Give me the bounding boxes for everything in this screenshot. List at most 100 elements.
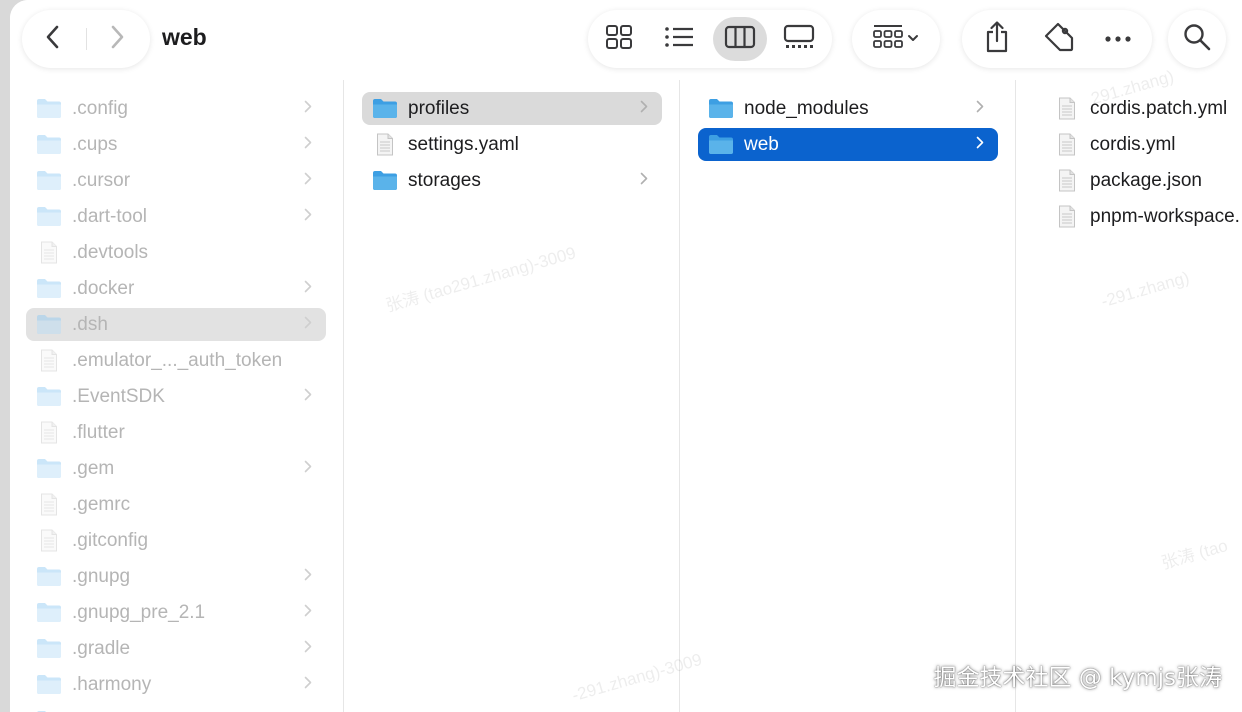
item-name: web [744, 133, 779, 155]
forward-button[interactable] [88, 10, 146, 68]
gallery-icon [783, 24, 815, 55]
folder-row[interactable]: node_modules [698, 92, 998, 125]
column-view-button[interactable] [713, 17, 767, 61]
back-button[interactable] [24, 10, 82, 68]
file-row[interactable]: pnpm-workspace. [1044, 200, 1242, 233]
folder-row[interactable]: .docker [26, 272, 326, 305]
item-name: .gitconfig [72, 529, 149, 551]
file-icon [36, 241, 62, 264]
item-name: .config [72, 97, 128, 119]
file-row[interactable]: cordis.patch.yml [1044, 92, 1242, 125]
item-name: .gemrc [72, 493, 131, 515]
more-button[interactable] [1093, 17, 1143, 61]
file-icon [1054, 169, 1080, 192]
file-row[interactable]: .emulator_..._auth_token [26, 344, 326, 377]
folder-icon [36, 98, 62, 120]
tag-button[interactable] [1034, 17, 1084, 61]
item-name: .cursor [72, 169, 131, 191]
chevron-left-icon [45, 24, 61, 55]
gallery-view-button[interactable] [772, 17, 826, 61]
item-name: package.json [1090, 169, 1202, 191]
group-by-button[interactable] [852, 10, 940, 68]
tag-icon [1044, 22, 1074, 57]
group-by-icon [873, 24, 903, 55]
file-row[interactable]: .flutter [26, 416, 326, 449]
folder-row[interactable]: profiles [362, 92, 662, 125]
folder-row[interactable]: .homebrew [26, 704, 326, 712]
folder-icon [36, 458, 62, 480]
item-name: .cups [72, 133, 118, 155]
chevron-right-icon [109, 24, 125, 55]
folder-icon [36, 602, 62, 624]
chevron-right-icon [298, 316, 318, 333]
search-icon [1183, 23, 1211, 56]
column-dsh[interactable]: profiles settings.yaml storages [344, 80, 680, 712]
folder-icon [372, 170, 398, 192]
list-icon [664, 25, 694, 54]
file-row[interactable]: settings.yaml [362, 128, 662, 161]
folder-icon [372, 98, 398, 120]
share-icon [984, 20, 1010, 58]
chevron-down-icon [907, 30, 919, 48]
item-name: .EventSDK [72, 385, 165, 407]
chevron-right-icon [298, 676, 318, 693]
folder-row[interactable]: .gnupg [26, 560, 326, 593]
folder-icon [36, 314, 62, 336]
chevron-right-icon [634, 172, 654, 189]
icon-view-button[interactable] [592, 17, 646, 61]
item-name: .emulator_..._auth_token [72, 349, 283, 371]
file-icon [36, 421, 62, 444]
column-home[interactable]: .config .cups .cursor .dart-tool .devtoo… [10, 80, 344, 712]
item-name: settings.yaml [408, 133, 519, 155]
item-name: .dart-tool [72, 205, 147, 227]
folder-row[interactable]: storages [362, 164, 662, 197]
chevron-right-icon [634, 100, 654, 117]
folder-row[interactable]: .cups [26, 128, 326, 161]
share-button[interactable] [972, 17, 1022, 61]
chevron-right-icon [298, 568, 318, 585]
folder-icon [708, 98, 734, 120]
folder-icon [36, 134, 62, 156]
file-icon [36, 349, 62, 372]
folder-icon [36, 566, 62, 588]
file-icon [1054, 133, 1080, 156]
file-row[interactable]: cordis.yml [1044, 128, 1242, 161]
folder-icon [708, 134, 734, 156]
file-icon [36, 493, 62, 516]
folder-icon [36, 278, 62, 300]
file-icon [36, 529, 62, 552]
file-row[interactable]: .gemrc [26, 488, 326, 521]
list-view-button[interactable] [652, 17, 706, 61]
column-web[interactable]: cordis.patch.yml cordis.yml package.json… [1016, 80, 1242, 712]
folder-row[interactable]: .config [26, 92, 326, 125]
chevron-right-icon [298, 604, 318, 621]
folder-icon [36, 386, 62, 408]
item-name: profiles [408, 97, 470, 119]
column-profiles[interactable]: node_modules web [680, 80, 1016, 712]
item-name: pnpm-workspace. [1090, 205, 1240, 227]
item-name: .devtools [72, 241, 149, 263]
item-name: .dsh [72, 313, 108, 335]
file-icon [1054, 205, 1080, 228]
folder-row[interactable]: .dsh [26, 308, 326, 341]
file-row[interactable]: .gitconfig [26, 524, 326, 557]
search-button[interactable] [1168, 10, 1226, 68]
folder-row[interactable]: .gnupg_pre_2.1 [26, 596, 326, 629]
folder-row[interactable]: .dart-tool [26, 200, 326, 233]
folder-row[interactable]: .gradle [26, 632, 326, 665]
chevron-right-icon [298, 280, 318, 297]
chevron-right-icon [298, 388, 318, 405]
chevron-right-icon [298, 136, 318, 153]
file-row[interactable]: .devtools [26, 236, 326, 269]
item-name: .gnupg_pre_2.1 [72, 601, 206, 623]
chevron-right-icon [298, 172, 318, 189]
folder-row[interactable]: .EventSDK [26, 380, 326, 413]
file-row[interactable]: package.json [1044, 164, 1242, 197]
folder-row[interactable]: .gem [26, 452, 326, 485]
folder-row[interactable]: web [698, 128, 998, 161]
folder-row[interactable]: .cursor [26, 164, 326, 197]
folder-row[interactable]: .harmony [26, 668, 326, 701]
chevron-right-icon [970, 136, 990, 153]
ellipsis-icon [1104, 30, 1132, 48]
nav-divider [86, 28, 87, 50]
